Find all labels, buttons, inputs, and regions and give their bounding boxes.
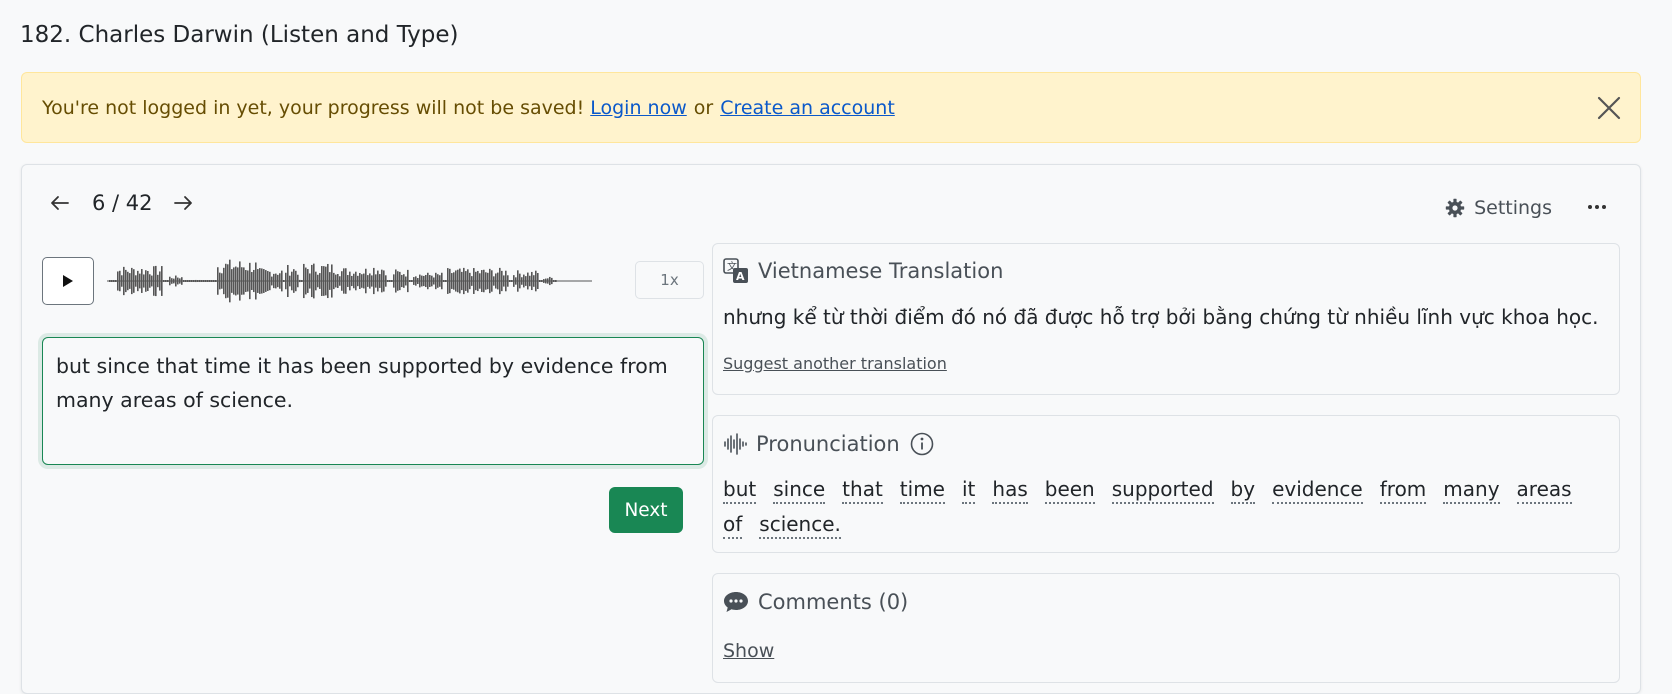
answer-input[interactable]: but since that time it has been supporte… (42, 337, 704, 465)
show-comments-link[interactable]: Show (723, 640, 774, 662)
pronunciation-word[interactable]: by (1230, 476, 1256, 504)
alert-message: You're not logged in yet, your progress … (42, 96, 585, 119)
pronunciation-word[interactable]: but (723, 476, 757, 504)
next-button[interactable]: Next (609, 487, 683, 533)
svg-text:A: A (736, 270, 745, 283)
comments-header: Comments (0) (723, 590, 908, 614)
pronunciation-title: Pronunciation (756, 432, 900, 456)
arrow-left-icon[interactable] (48, 191, 72, 215)
pronunciation-header: Pronunciation (723, 432, 943, 456)
page-title: 182. Charles Darwin (Listen and Type) (20, 22, 459, 48)
pronunciation-word[interactable]: that (842, 476, 883, 504)
translation-text: nhưng kể từ thời điểm đó nó đã được hỗ t… (723, 305, 1599, 329)
audio-waveform[interactable] (107, 257, 592, 319)
settings-label: Settings (1474, 197, 1552, 219)
pronunciation-word[interactable]: been (1044, 476, 1095, 504)
pronunciation-word[interactable]: of (723, 511, 743, 539)
translation-header: 文 A Vietnamese Translation (723, 258, 1003, 284)
comments-panel: Comments (0) Show (712, 573, 1620, 683)
soundwave-icon (723, 433, 747, 455)
translation-title: Vietnamese Translation (758, 259, 1004, 283)
audio-player: 1x (42, 257, 704, 305)
pronunciation-word[interactable]: many (1443, 476, 1500, 504)
alert-or-text: or (693, 96, 714, 119)
suggest-translation-link[interactable]: Suggest another translation (723, 354, 947, 373)
translation-panel: 文 A Vietnamese Translation nhưng kể từ t… (712, 243, 1620, 395)
pronunciation-word[interactable]: time (899, 476, 945, 504)
pronunciation-word[interactable]: supported (1111, 476, 1214, 504)
pronunciation-panel: Pronunciation but since that time it has been s… (712, 415, 1620, 553)
comments-title: Comments (0) (758, 590, 909, 614)
login-alert: You're not logged in yet, your progress … (21, 72, 1641, 143)
settings-button[interactable]: Settings (1445, 197, 1552, 219)
sentence-nav: 6 / 42 (48, 191, 195, 215)
pronunciation-word[interactable]: areas (1516, 476, 1572, 504)
pronunciation-word[interactable]: has (992, 476, 1028, 504)
info-icon[interactable] (910, 432, 934, 456)
login-link[interactable]: Login now (590, 97, 687, 119)
arrow-right-icon[interactable] (171, 191, 195, 215)
pronunciation-word[interactable]: since (773, 476, 826, 504)
gear-icon (1445, 198, 1465, 218)
chat-icon (723, 590, 749, 614)
pronunciation-word[interactable]: evidence (1272, 476, 1363, 504)
create-account-link[interactable]: Create an account (720, 97, 895, 119)
close-icon[interactable] (1596, 95, 1622, 121)
play-button[interactable] (42, 257, 94, 305)
playback-speed-button[interactable]: 1x (635, 261, 704, 299)
sentence-counter: 6 / 42 (92, 191, 153, 215)
play-icon (63, 275, 73, 287)
more-horizontal-icon[interactable] (1588, 205, 1606, 209)
pronunciation-words: but since that time it has been supported by evid… (723, 476, 1603, 546)
translate-icon: 文 A (723, 258, 749, 284)
pronunciation-word[interactable]: science. (759, 511, 841, 539)
exercise-card: 6 / 42 Settings 1x but since that time i… (21, 164, 1641, 694)
pronunciation-word[interactable]: it (961, 476, 976, 504)
pronunciation-word[interactable]: from (1379, 476, 1427, 504)
